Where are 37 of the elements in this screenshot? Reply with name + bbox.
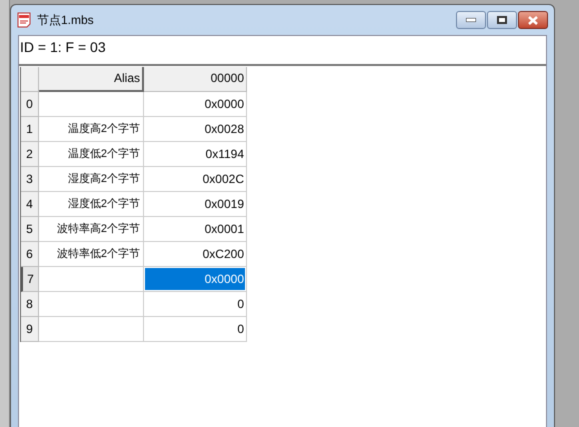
row-header[interactable]: 3 [21,167,39,192]
value-cell-text: 0xC200 [202,246,245,263]
minimize-button[interactable] [456,11,486,29]
alias-cell: 温度低2个字节 [39,142,144,167]
close-button[interactable] [518,11,548,29]
close-icon [528,16,538,24]
value-cell-text: 0x0028 [204,121,245,138]
row-header[interactable]: 2 [21,142,39,167]
row-header[interactable]: 0 [21,92,39,117]
info-line: ID = 1: F = 03 [20,39,106,55]
alias-cell: 波特率高2个字节 [39,217,144,242]
value-cell-text: 0 [236,296,245,313]
restore-icon [497,16,507,24]
alias-cell: 温度高2个字节 [39,117,144,142]
value-cell-text: 0x0000 [204,96,245,113]
value-cell-text: 0x0019 [204,196,245,213]
value-cell-text: 0x1194 [204,146,245,163]
column-header[interactable]: 00000 [144,67,247,92]
value-cell: 0x0000 [145,268,245,290]
row-header[interactable]: 1 [21,117,39,142]
row-header[interactable]: 8 [21,292,39,317]
row-header[interactable]: 6 [21,242,39,267]
window-title: 节点1.mbs [37,12,94,29]
alias-cell: 湿度高2个字节 [39,167,144,192]
minimize-icon [466,18,476,22]
alias-cell: 波特率低2个字节 [39,242,144,267]
value-cell-text: 0x002C [202,171,245,188]
maximize-button[interactable] [487,11,517,29]
row-header[interactable]: 5 [21,217,39,242]
row-header[interactable]: 9 [21,317,39,342]
value-cell-text: 0 [236,321,245,338]
row-header[interactable]: 7 [21,267,39,292]
row-header[interactable]: 4 [21,192,39,217]
column-header[interactable]: Alias [39,67,144,92]
value-cell-text: 0x0001 [204,221,245,238]
alias-cell: 湿度低2个字节 [39,192,144,217]
document-icon [17,12,31,28]
